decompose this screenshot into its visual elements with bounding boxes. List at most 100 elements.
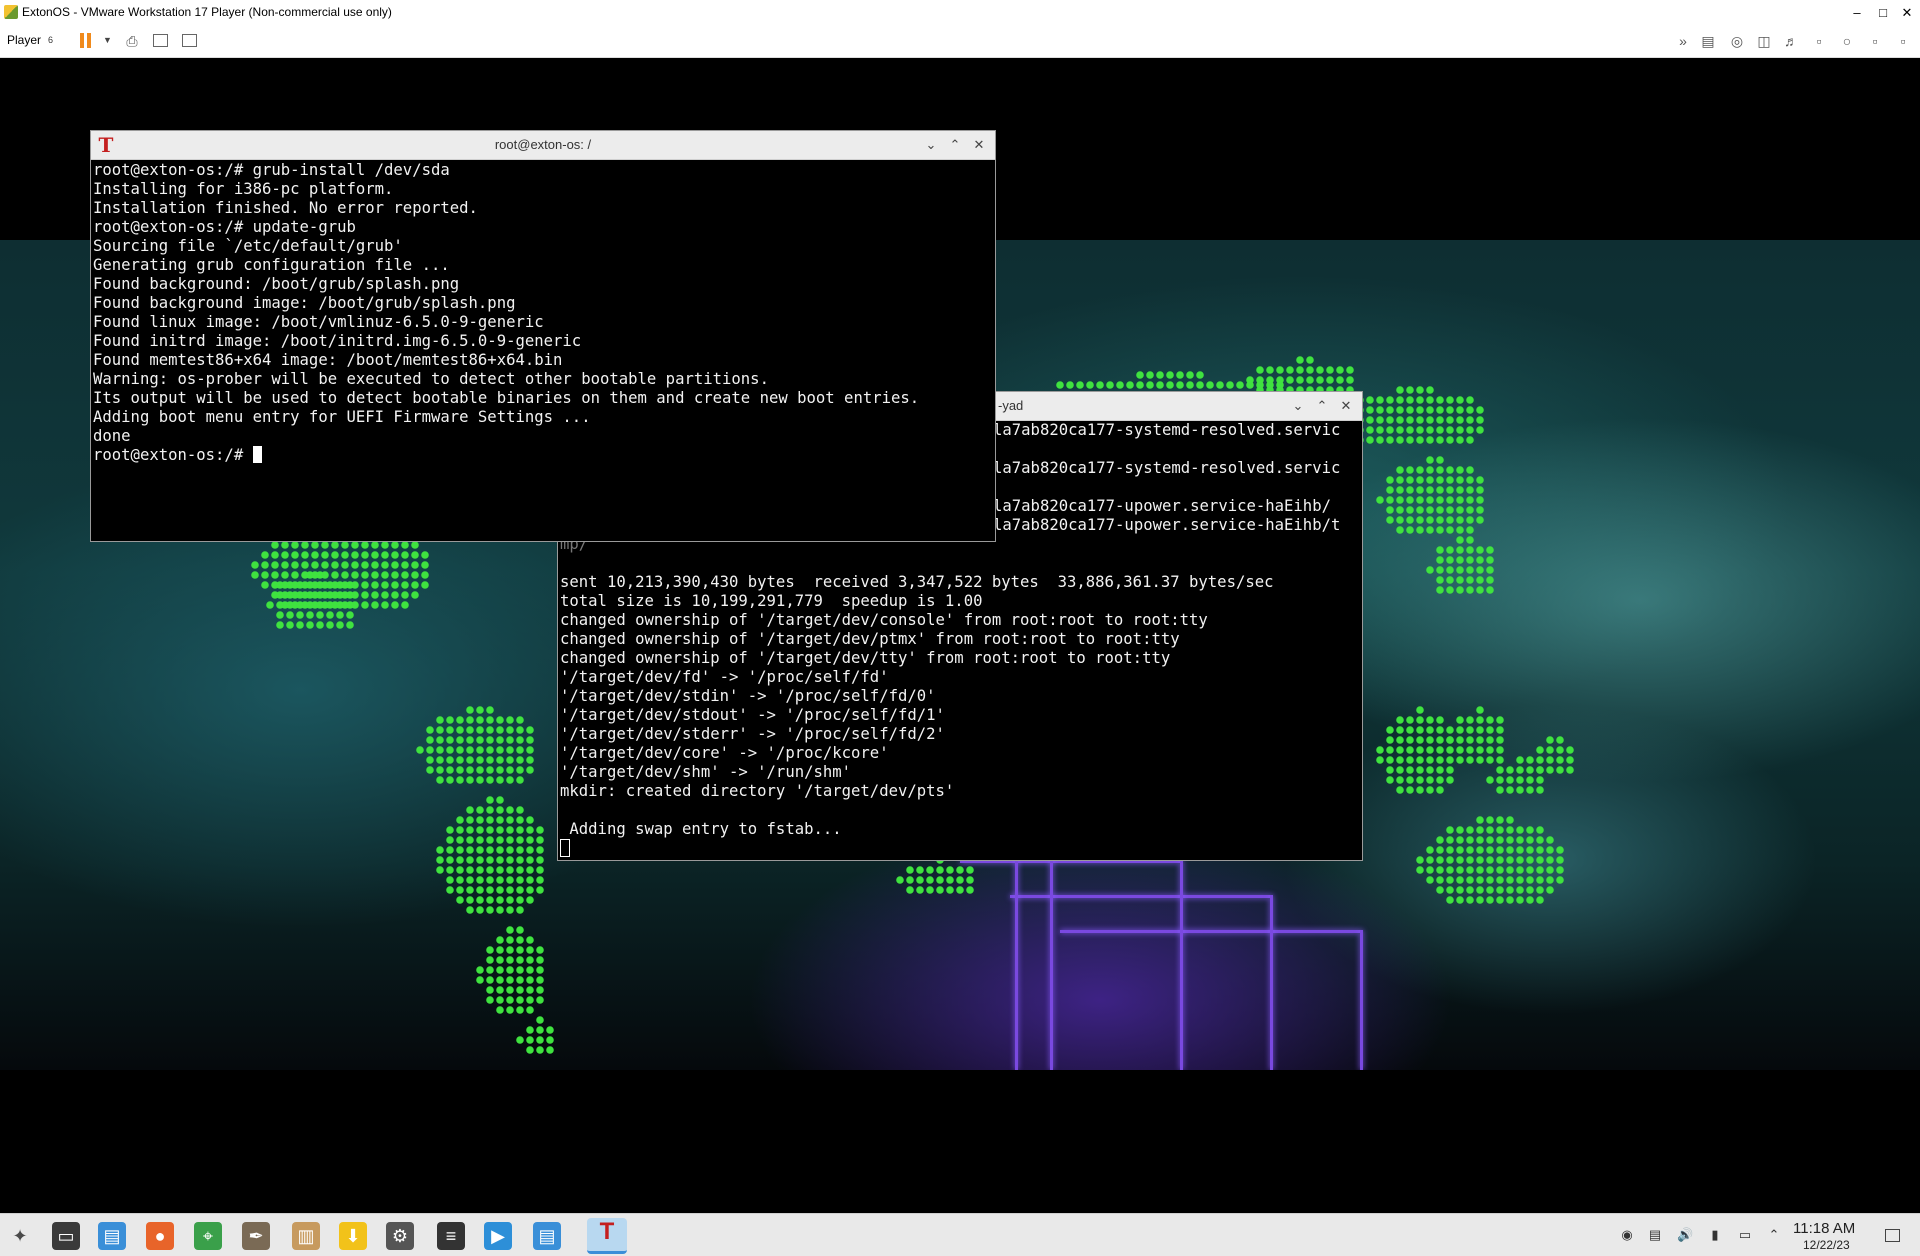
map-dot	[326, 611, 334, 619]
map-dot	[486, 826, 494, 834]
network-adapter-icon[interactable]: ◫	[1755, 32, 1773, 50]
map-dot	[1436, 406, 1444, 414]
map-dot	[1456, 846, 1464, 854]
map-dot	[486, 846, 494, 854]
send-ctrl-alt-del-icon[interactable]: ⎙	[123, 32, 141, 50]
map-dot	[526, 986, 534, 994]
usb-device-icon[interactable]: ▫	[1810, 32, 1828, 50]
terminal-output[interactable]: root@exton-os:/# grub-install /dev/sda I…	[93, 161, 919, 446]
circuit-trace	[1060, 930, 1360, 933]
battery-icon[interactable]: ▮	[1707, 1227, 1723, 1243]
map-dot	[1436, 756, 1444, 764]
cd-dvd-icon[interactable]: ◎	[1728, 32, 1746, 50]
clock-date[interactable]: 12/22/23	[1803, 1238, 1850, 1252]
map-dot	[506, 836, 514, 844]
fullscreen-icon[interactable]	[153, 34, 168, 47]
store-icon[interactable]: ▶	[484, 1222, 512, 1250]
volume-icon[interactable]: 🔊	[1677, 1227, 1693, 1243]
terminal-prompt-line[interactable]: root@exton-os:/#	[93, 446, 262, 465]
map-dot	[1526, 866, 1534, 874]
map-dot	[506, 886, 514, 894]
more-devices-icon[interactable]: »	[1674, 32, 1692, 50]
map-dot	[421, 581, 429, 589]
map-dot	[526, 816, 534, 824]
terminal-titlebar[interactable]: T root@exton-os: / ⌄ ⌃ ✕	[91, 131, 995, 160]
map-dot	[1536, 846, 1544, 854]
terminal-icon[interactable]: T	[587, 1218, 627, 1254]
map-dot	[1436, 486, 1444, 494]
map-dot	[296, 611, 304, 619]
map-dot	[526, 936, 534, 944]
pause-icon[interactable]	[80, 33, 92, 48]
map-dot	[1086, 381, 1094, 389]
download-icon[interactable]: ⬇	[339, 1222, 367, 1250]
map-dot	[1436, 876, 1444, 884]
map-dot	[261, 571, 269, 579]
map-dot	[1416, 436, 1424, 444]
map-dot	[1496, 736, 1504, 744]
map-dot	[1456, 466, 1464, 474]
map-dot	[1456, 736, 1464, 744]
firefox-icon[interactable]: ●	[146, 1222, 174, 1250]
map-dot	[526, 876, 534, 884]
show-desktop-icon[interactable]	[1885, 1229, 1900, 1242]
map-dot	[536, 836, 544, 844]
gimp-icon[interactable]: ✒	[242, 1222, 270, 1250]
yad-cursor-line	[560, 839, 570, 859]
map-dot	[1536, 896, 1544, 904]
player-menu-caret-icon[interactable]: 6	[48, 35, 53, 45]
map-dot	[1486, 846, 1494, 854]
maps-icon[interactable]: ⌖	[194, 1222, 222, 1250]
start-menu-icon[interactable]: ✦	[6, 1222, 34, 1250]
map-dot	[486, 736, 494, 744]
unity-icon[interactable]	[182, 34, 197, 47]
maximize-icon[interactable]: □	[1870, 0, 1896, 25]
settings-tool-icon[interactable]: ⚙	[386, 1222, 414, 1250]
archive-icon[interactable]: ▥	[292, 1222, 320, 1250]
folder-icon[interactable]: ▤	[533, 1222, 561, 1250]
map-dot	[1436, 846, 1444, 854]
minimize-icon[interactable]: ⌄	[1288, 396, 1308, 416]
tray-expand-icon[interactable]: ⌃	[1766, 1227, 1782, 1243]
map-dot	[1476, 556, 1484, 564]
clock-time[interactable]: 11:18 AM	[1793, 1220, 1855, 1237]
monitor-icon[interactable]: ▭	[52, 1222, 80, 1250]
root-terminal-window[interactable]: T root@exton-os: / ⌄ ⌃ ✕ root@exton-os:/…	[90, 130, 996, 542]
file-manager-icon[interactable]: ▤	[98, 1222, 126, 1250]
hard-disk-icon[interactable]: ▤	[1699, 32, 1717, 50]
map-dot	[486, 816, 494, 824]
power-dropdown-icon[interactable]: ▼	[103, 35, 112, 45]
maximize-icon[interactable]: ⌃	[945, 135, 965, 155]
map-dot	[446, 846, 454, 854]
map-dot	[516, 856, 524, 864]
map-dot	[1306, 356, 1314, 364]
map-dot	[1466, 746, 1474, 754]
map-dot	[1426, 866, 1434, 874]
clipboard-tray-icon[interactable]: ▤	[1647, 1227, 1663, 1243]
map-dot	[401, 591, 409, 599]
printer-device-icon[interactable]: ○	[1838, 32, 1856, 50]
map-dot	[1406, 406, 1414, 414]
map-dot	[506, 876, 514, 884]
player-menu[interactable]: Player	[7, 33, 41, 47]
network-icon[interactable]: ▭	[1737, 1227, 1753, 1243]
map-dot	[516, 746, 524, 754]
map-dot	[371, 571, 379, 579]
close-icon[interactable]: ✕	[1894, 0, 1920, 25]
map-dot	[1516, 826, 1524, 834]
minimize-icon[interactable]: ⌄	[921, 135, 941, 155]
close-icon[interactable]: ✕	[1336, 396, 1356, 416]
message-log-icon[interactable]: ▫	[1894, 32, 1912, 50]
map-dot	[1466, 486, 1474, 494]
sound-card-icon[interactable]: ♬	[1782, 32, 1800, 50]
minimize-icon[interactable]: –	[1844, 0, 1870, 25]
display-device-icon[interactable]: ▫	[1866, 32, 1884, 50]
system-monitor-icon[interactable]: ≡	[437, 1222, 465, 1250]
maximize-icon[interactable]: ⌃	[1312, 396, 1332, 416]
map-dot	[1506, 886, 1514, 894]
close-icon[interactable]: ✕	[969, 135, 989, 155]
update-tray-icon[interactable]: ◉	[1619, 1227, 1635, 1243]
map-dot	[1526, 876, 1534, 884]
map-dot	[496, 826, 504, 834]
map-dot	[1406, 786, 1414, 794]
